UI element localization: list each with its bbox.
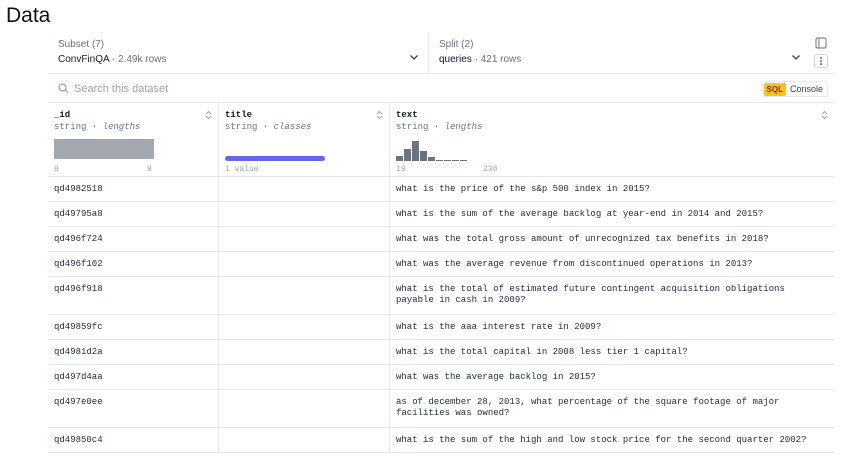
selectors-bar: Subset (7) ConvFinQA · 2.49k rows Split … xyxy=(48,32,834,74)
table-row[interactable]: qd4982518 what is the price of the s&p 50… xyxy=(48,177,834,202)
cell-title[interactable] xyxy=(219,177,390,201)
split-value: queries xyxy=(439,54,472,65)
subset-selector[interactable]: Subset (7) ConvFinQA · 2.49k rows xyxy=(48,32,429,74)
table-row[interactable]: qd496f724 what was the total gross amount… xyxy=(48,227,834,252)
cell-id[interactable]: qd49850c4 xyxy=(48,428,219,452)
column-name: text xyxy=(396,110,418,120)
sort-icon[interactable] xyxy=(821,110,828,120)
column-stat-kind: lengths xyxy=(444,122,483,132)
cell-id[interactable]: qd497e0ee xyxy=(48,390,219,427)
cell-id[interactable]: qd4982518 xyxy=(48,177,219,201)
cell-title[interactable] xyxy=(219,202,390,226)
histogram-min-label: 9 xyxy=(54,165,59,174)
table-row[interactable]: qd49850c4 what is the sum of the high and… xyxy=(48,428,834,453)
search-bar: SQL Console xyxy=(48,75,834,103)
column-name: title xyxy=(225,110,253,120)
toggle-panel-button[interactable] xyxy=(814,36,828,50)
table-row[interactable]: qd496f918 what is the total of estimated … xyxy=(48,277,834,315)
table-body: qd4982518 what is the price of the s&p 50… xyxy=(48,177,834,453)
histogram-max-label: 238 xyxy=(483,165,498,174)
cell-text[interactable]: what is the sum of the average backlog a… xyxy=(390,202,834,226)
column-stat-kind: classes xyxy=(273,122,312,132)
cell-text[interactable]: what is the total of estimated future co… xyxy=(390,277,834,314)
cell-id[interactable]: qd4981d2a xyxy=(48,340,219,364)
cell-title[interactable] xyxy=(219,252,390,276)
subset-row-count: 2.49k rows xyxy=(118,54,167,65)
cell-id[interactable]: qd49795a8 xyxy=(48,202,219,226)
histogram-bin[interactable] xyxy=(436,160,443,161)
cell-title[interactable] xyxy=(219,428,390,452)
split-label: Split (2) xyxy=(439,39,474,50)
sort-icon[interactable] xyxy=(205,110,212,120)
dataset-viewer: Subset (7) ConvFinQA · 2.49k rows Split … xyxy=(48,32,834,453)
cell-id[interactable]: qd497d4aa xyxy=(48,365,219,389)
column-header-id[interactable]: _id string · lengths 9 9 xyxy=(48,103,219,177)
cell-text[interactable]: what is the price of the s&p 500 index i… xyxy=(390,177,834,201)
page-title: Data xyxy=(6,4,51,27)
table-header: _id string · lengths 9 9 title string · … xyxy=(48,103,834,177)
table-row[interactable]: qd4981d2a what is the total capital in 20… xyxy=(48,340,834,365)
histogram-bin[interactable] xyxy=(412,141,419,161)
sql-console-label: Console xyxy=(789,84,823,94)
split-selector[interactable]: Split (2) queries · 421 rows xyxy=(429,32,809,74)
cell-title[interactable] xyxy=(219,340,390,364)
table-row[interactable]: qd496f102 what was the average revenue fr… xyxy=(48,252,834,277)
class-count-label: 1 value xyxy=(225,165,259,174)
cell-title[interactable] xyxy=(219,390,390,427)
cell-text[interactable]: what is the aaa interest rate in 2009? xyxy=(390,315,834,339)
cell-text[interactable]: what was the total gross amount of unrec… xyxy=(390,227,834,251)
sql-badge: SQL xyxy=(763,82,786,96)
split-row-count: 421 rows xyxy=(480,54,522,65)
histogram-bin[interactable] xyxy=(460,160,467,161)
subset-value: ConvFinQA xyxy=(58,54,110,65)
cell-text[interactable]: what is the sum of the high and low stoc… xyxy=(390,428,834,452)
cell-id[interactable]: qd49859fc xyxy=(48,315,219,339)
column-type: string xyxy=(54,122,87,132)
cell-text[interactable]: what is the total capital in 2008 less t… xyxy=(390,340,834,364)
chevron-down-icon xyxy=(410,55,418,60)
cell-title[interactable] xyxy=(219,277,390,314)
table-row[interactable]: qd497e0ee as of december 28, 2013, what p… xyxy=(48,390,834,428)
cell-id[interactable]: qd496f724 xyxy=(48,227,219,251)
cell-text[interactable]: as of december 28, 2013, what percentage… xyxy=(390,390,834,427)
cell-id[interactable]: qd496f918 xyxy=(48,277,219,314)
histogram-bin[interactable] xyxy=(452,160,459,161)
length-histogram xyxy=(396,141,467,161)
cell-text[interactable]: what was the average backlog in 2015? xyxy=(390,365,834,389)
cell-title[interactable] xyxy=(219,315,390,339)
length-histogram-bar[interactable] xyxy=(54,139,154,159)
sort-icon[interactable] xyxy=(376,110,383,120)
panel-icon xyxy=(815,37,827,49)
histogram-min-label: 19 xyxy=(396,165,406,174)
class-distribution-bar[interactable] xyxy=(225,156,325,161)
more-options-button[interactable] xyxy=(814,54,828,68)
column-stat-kind: lengths xyxy=(102,122,141,132)
histogram-bin[interactable] xyxy=(428,157,435,161)
column-header-title[interactable]: title string · classes 1 value xyxy=(219,103,390,177)
search-input[interactable] xyxy=(74,80,474,98)
histogram-bin[interactable] xyxy=(444,160,451,161)
cell-title[interactable] xyxy=(219,227,390,251)
histogram-max-label: 9 xyxy=(147,165,152,174)
histogram-bin[interactable] xyxy=(420,151,427,161)
table-row[interactable]: qd497d4aa what was the average backlog in… xyxy=(48,365,834,390)
more-vertical-icon xyxy=(820,57,822,65)
histogram-bin[interactable] xyxy=(396,156,403,161)
subset-label: Subset (7) xyxy=(58,39,105,50)
chevron-down-icon xyxy=(792,55,800,60)
histogram-bin[interactable] xyxy=(404,149,411,161)
table-row[interactable]: qd49859fc what is the aaa interest rate i… xyxy=(48,315,834,340)
cell-text[interactable]: what was the average revenue from discon… xyxy=(390,252,834,276)
sql-console-button[interactable]: SQL Console xyxy=(761,81,828,97)
search-icon xyxy=(58,83,69,94)
column-type: string xyxy=(225,122,258,132)
column-name: _id xyxy=(54,110,71,120)
cell-id[interactable]: qd496f102 xyxy=(48,252,219,276)
column-header-text[interactable]: text string · lengths 19 238 xyxy=(390,103,834,177)
table-row[interactable]: qd49795a8 what is the sum of the average … xyxy=(48,202,834,227)
cell-title[interactable] xyxy=(219,365,390,389)
column-type: string xyxy=(396,122,429,132)
